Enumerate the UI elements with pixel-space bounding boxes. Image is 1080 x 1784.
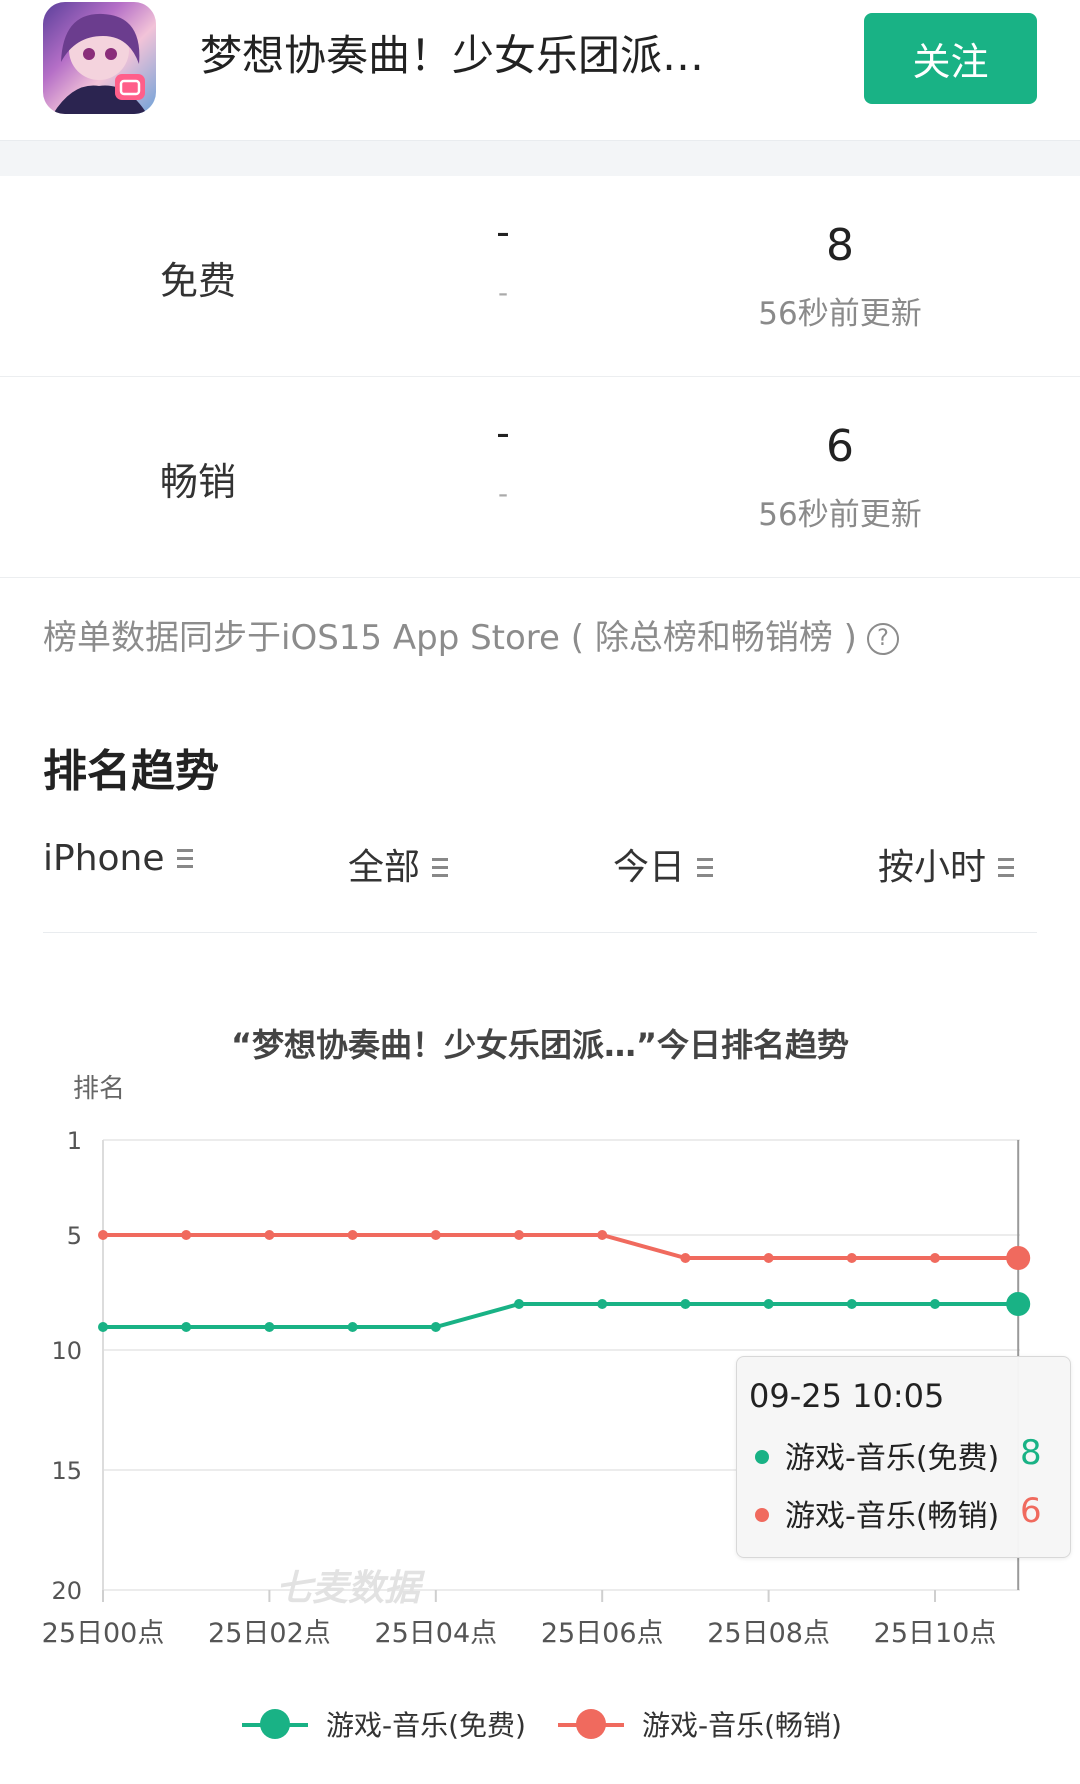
data-point [514,1230,524,1240]
legend-label: 游戏-音乐(畅销) [642,1709,842,1742]
tooltip-series-value: 6 [1020,1491,1042,1531]
chart-legend: 游戏-音乐(免费) 游戏-音乐(畅销) [0,1700,1080,1750]
data-point [430,1230,441,1240]
filter-category[interactable]: 全部 [348,838,449,890]
app-title: 梦想协奏曲！少女乐团派… [200,31,705,80]
legend-swatch [242,1709,308,1739]
data-point [347,1322,358,1332]
legend-label: 游戏-音乐(免费) [326,1709,526,1742]
x-tick-label: 25日04点 [374,1618,497,1649]
rank-row-grossing: 畅销 - - 6 56秒前更新 [0,377,1080,578]
help-circle-icon[interactable]: ? [866,623,899,655]
app-icon[interactable] [43,2,156,114]
rank-category-label: 免费 [160,259,237,303]
data-point [430,1322,441,1332]
data-point [181,1322,192,1332]
x-tick-label: 25日10点 [874,1618,997,1649]
data-point [264,1322,275,1332]
data-point [846,1299,857,1309]
data-point [1006,1292,1031,1316]
data-point [763,1253,774,1263]
y-tick-label: 1 [67,1127,82,1155]
series-line-1 [103,1233,1019,1260]
watermark: 七麦数据 [276,1568,426,1609]
y-tick-label: 10 [51,1337,82,1365]
y-tick-label: 20 [51,1577,82,1605]
y-tick-label: 5 [67,1222,82,1250]
data-point [930,1253,940,1263]
filter-date-range[interactable]: 今日 [613,838,714,890]
rank-category-label: 畅销 [160,460,237,504]
x-tick-label: 25日00点 [42,1618,165,1649]
data-point [347,1230,358,1240]
x-tick-label: 25日08点 [707,1618,830,1649]
x-tick-label: 25日06点 [541,1618,664,1649]
rank-row-free: 免费 - - 8 56秒前更新 [0,176,1080,377]
data-point [930,1299,940,1309]
menu-icon [998,858,1015,880]
section-title: 排名趋势 [43,746,219,797]
data-source-text: 榜单数据同步于iOS15 App Store ( 除总榜和畅销榜 ) [43,618,857,658]
filter-label: iPhone [43,838,165,879]
x-tick-label: 25日02点 [208,1618,331,1649]
legend-dot [755,1450,769,1464]
anime-girl-icon [53,13,147,114]
rank-previous-value: - [496,411,510,455]
tooltip-series-name: 游戏-音乐(免费) [785,1441,1000,1476]
app-header: 梦想协奏曲！少女乐团派… 关注 [0,0,1080,140]
filter-device[interactable]: iPhone [43,838,193,879]
data-point [763,1299,774,1309]
data-point [181,1230,192,1240]
section-separator [0,140,1080,177]
rank-previous-delta: - [497,276,509,309]
tooltip-row-free: 游戏-音乐(免费) 8 [755,1433,1042,1476]
y-tick-label: 15 [51,1457,82,1485]
chart-filters: iPhone 全部 今日 按小时 [0,838,1080,898]
follow-button[interactable]: 关注 [864,13,1037,104]
tooltip-series-value: 8 [1020,1433,1042,1473]
filter-label: 今日 [613,847,686,888]
data-source-note: 榜单数据同步于iOS15 App Store ( 除总榜和畅销榜 )? [43,610,899,659]
data-point [98,1230,108,1240]
rank-previous-value: - [496,210,510,254]
tooltip-series-name: 游戏-音乐(畅销) [785,1499,1000,1534]
data-point [680,1253,691,1263]
rank-current-value: 8 [826,220,854,271]
menu-icon [176,849,193,871]
data-point [514,1299,524,1309]
legend-dot [755,1508,769,1522]
data-point [98,1322,108,1332]
filter-granularity[interactable]: 按小时 [878,838,1015,890]
tooltip-time: 09-25 10:05 [749,1377,945,1415]
menu-icon [697,858,714,880]
data-point [597,1230,608,1240]
chart-tooltip: 09-25 10:05 游戏-音乐(免费) 8 游戏-音乐(畅销) 6 [736,1356,1071,1558]
data-point [597,1299,608,1309]
menu-icon [432,858,449,880]
rank-previous-delta: - [497,477,509,510]
data-point [1006,1246,1031,1270]
series-line-0 [103,1302,1019,1329]
y-axis-label: 排名 [73,1074,125,1104]
rank-updated-time: 56秒前更新 [758,296,922,332]
data-point [846,1253,857,1263]
divider [43,932,1037,933]
data-point [680,1299,691,1309]
filter-label: 按小时 [878,847,987,888]
filter-label: 全部 [348,847,421,888]
tooltip-row-grossing: 游戏-音乐(畅销) 6 [755,1491,1042,1534]
data-point [264,1230,275,1240]
legend-swatch [558,1709,624,1739]
rank-current-value: 6 [826,421,854,472]
rank-updated-time: 56秒前更新 [758,497,922,533]
